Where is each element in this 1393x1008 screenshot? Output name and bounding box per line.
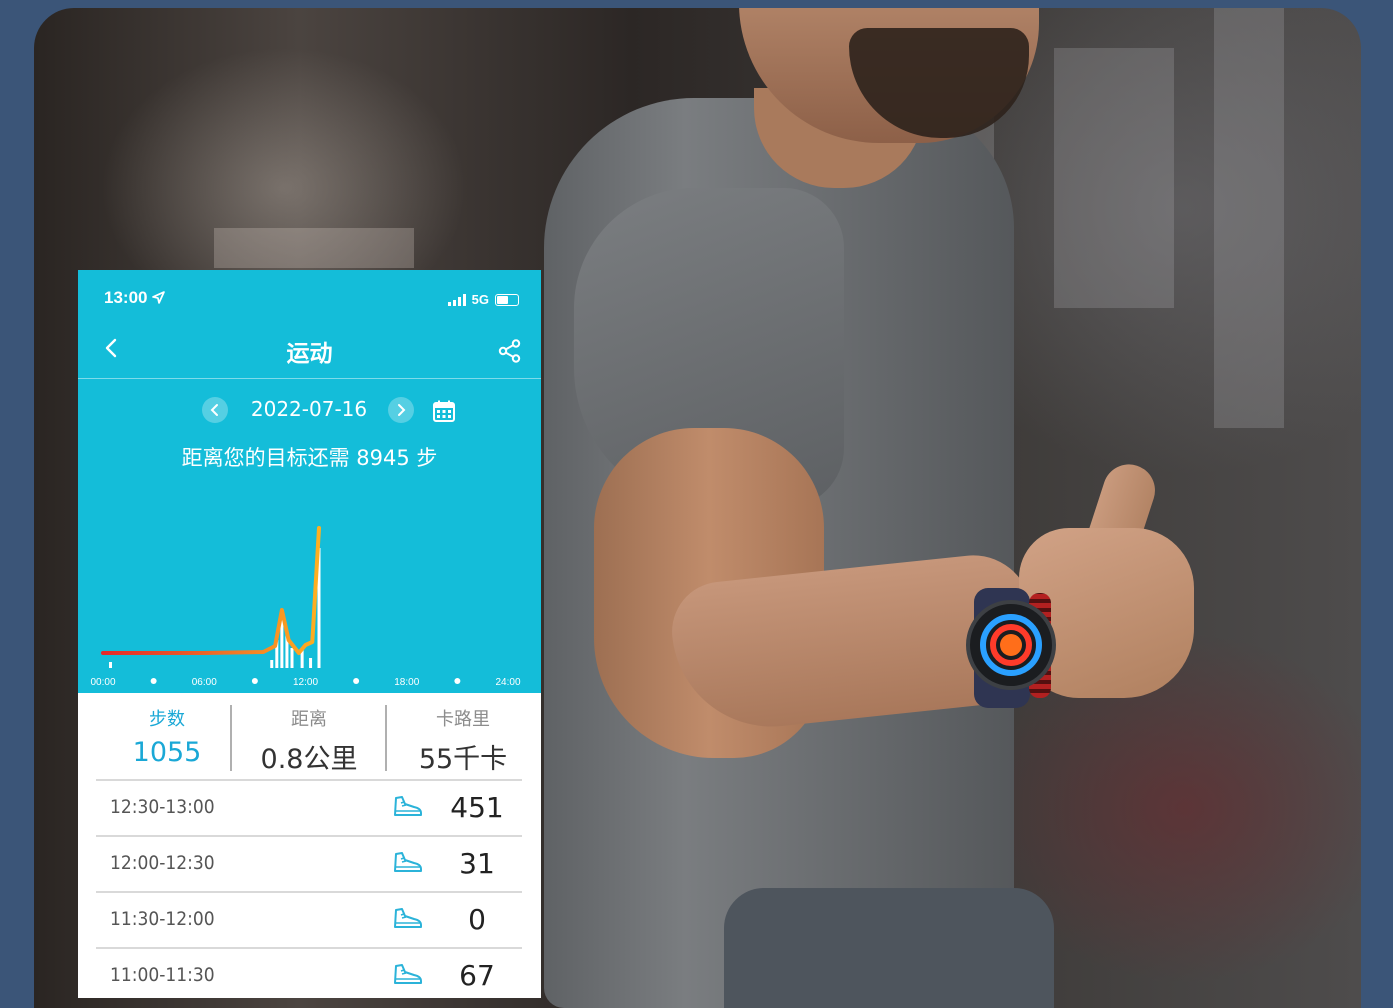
status-time: 13:00	[104, 288, 166, 308]
date-selector: 2022-07-16	[78, 396, 541, 426]
stat-label: 距离	[291, 709, 327, 730]
phone-screen: 13:00 5G 运动 2022-07-16 距离您的目标还需 8945 步 0…	[78, 270, 541, 998]
chart-bar	[270, 660, 274, 668]
shoe-icon	[394, 908, 422, 928]
watch-ring-orange	[1000, 634, 1022, 656]
calendar-icon[interactable]	[432, 399, 456, 423]
steps-line	[101, 526, 321, 655]
smartwatch-face	[966, 600, 1056, 690]
date-label[interactable]: 2022-07-16	[238, 397, 380, 421]
nav-divider	[78, 378, 541, 379]
stat-value: 0.8公里	[260, 744, 358, 775]
page-title: 运动	[286, 341, 333, 367]
record-time: 12:30-13:00	[110, 796, 215, 818]
records-list: 12:30-13:00 451 12:00-12:30 31 11:30-12:…	[96, 779, 522, 998]
chart-axis-dot	[150, 678, 157, 684]
gym-light	[214, 228, 414, 268]
status-icons: 5G	[447, 292, 519, 307]
chart-bar	[309, 658, 313, 668]
record-value: 451	[450, 791, 504, 824]
stat-value: 55千卡	[418, 744, 508, 775]
battery-icon	[495, 293, 519, 306]
goal-message: 距离您的目标还需 8945 步	[181, 446, 438, 470]
list-item[interactable]: 11:30-12:00 0	[96, 891, 522, 947]
chart-bar	[290, 648, 294, 668]
chart-axis-dot	[454, 678, 461, 684]
x-tick-label: 06:00	[192, 677, 217, 688]
record-time: 11:00-11:30	[110, 964, 215, 986]
signal-icon	[447, 293, 466, 306]
record-value: 67	[459, 959, 495, 992]
x-tick-label: 24:00	[495, 677, 520, 688]
next-day-button[interactable]	[388, 397, 414, 423]
record-value: 0	[468, 903, 486, 936]
previous-day-button[interactable]	[202, 397, 228, 423]
stat-divider	[230, 705, 232, 771]
gym-pillar	[1214, 8, 1284, 428]
chart-bar	[109, 662, 112, 668]
list-item[interactable]: 12:00-12:30 31	[96, 835, 522, 891]
x-tick-label: 18:00	[394, 677, 419, 688]
stat-calories[interactable]: 卡路里 55千卡	[392, 693, 534, 779]
shoe-icon	[394, 852, 422, 872]
stat-steps[interactable]: 步数 1055	[96, 693, 238, 779]
network-label: 5G	[471, 292, 489, 307]
stat-distance[interactable]: 距离 0.8公里	[238, 693, 380, 779]
list-item[interactable]: 12:30-13:00 451	[96, 779, 522, 835]
steps-chart: 00:00 06:00 12:00 18:00 24:00	[90, 526, 521, 688]
runner-shorts	[724, 888, 1054, 1008]
stat-label: 卡路里	[436, 709, 490, 730]
shoe-icon	[394, 964, 422, 984]
record-value: 31	[459, 847, 495, 880]
chevron-right-icon	[398, 404, 406, 416]
record-time: 11:30-12:00	[110, 908, 215, 930]
gym-window	[1054, 48, 1174, 308]
list-item[interactable]: 11:00-11:30 67	[96, 947, 522, 998]
x-tick-label: 12:00	[293, 677, 318, 688]
stat-divider	[385, 705, 387, 771]
stats-summary: 步数 1055 距离 0.8公里 卡路里 55千卡	[96, 693, 522, 779]
status-time-text: 13:00	[104, 288, 148, 307]
chart-axis-dot	[251, 678, 258, 684]
shoe-icon	[394, 796, 422, 816]
stat-value: 1055	[132, 737, 202, 768]
chevron-left-icon	[210, 404, 218, 416]
chart-axis-dot	[353, 678, 360, 684]
share-icon[interactable]	[497, 338, 523, 364]
stat-label: 步数	[149, 709, 185, 730]
x-tick-label: 00:00	[90, 677, 115, 688]
location-arrow-icon	[152, 291, 166, 304]
record-time: 12:00-12:30	[110, 852, 215, 874]
